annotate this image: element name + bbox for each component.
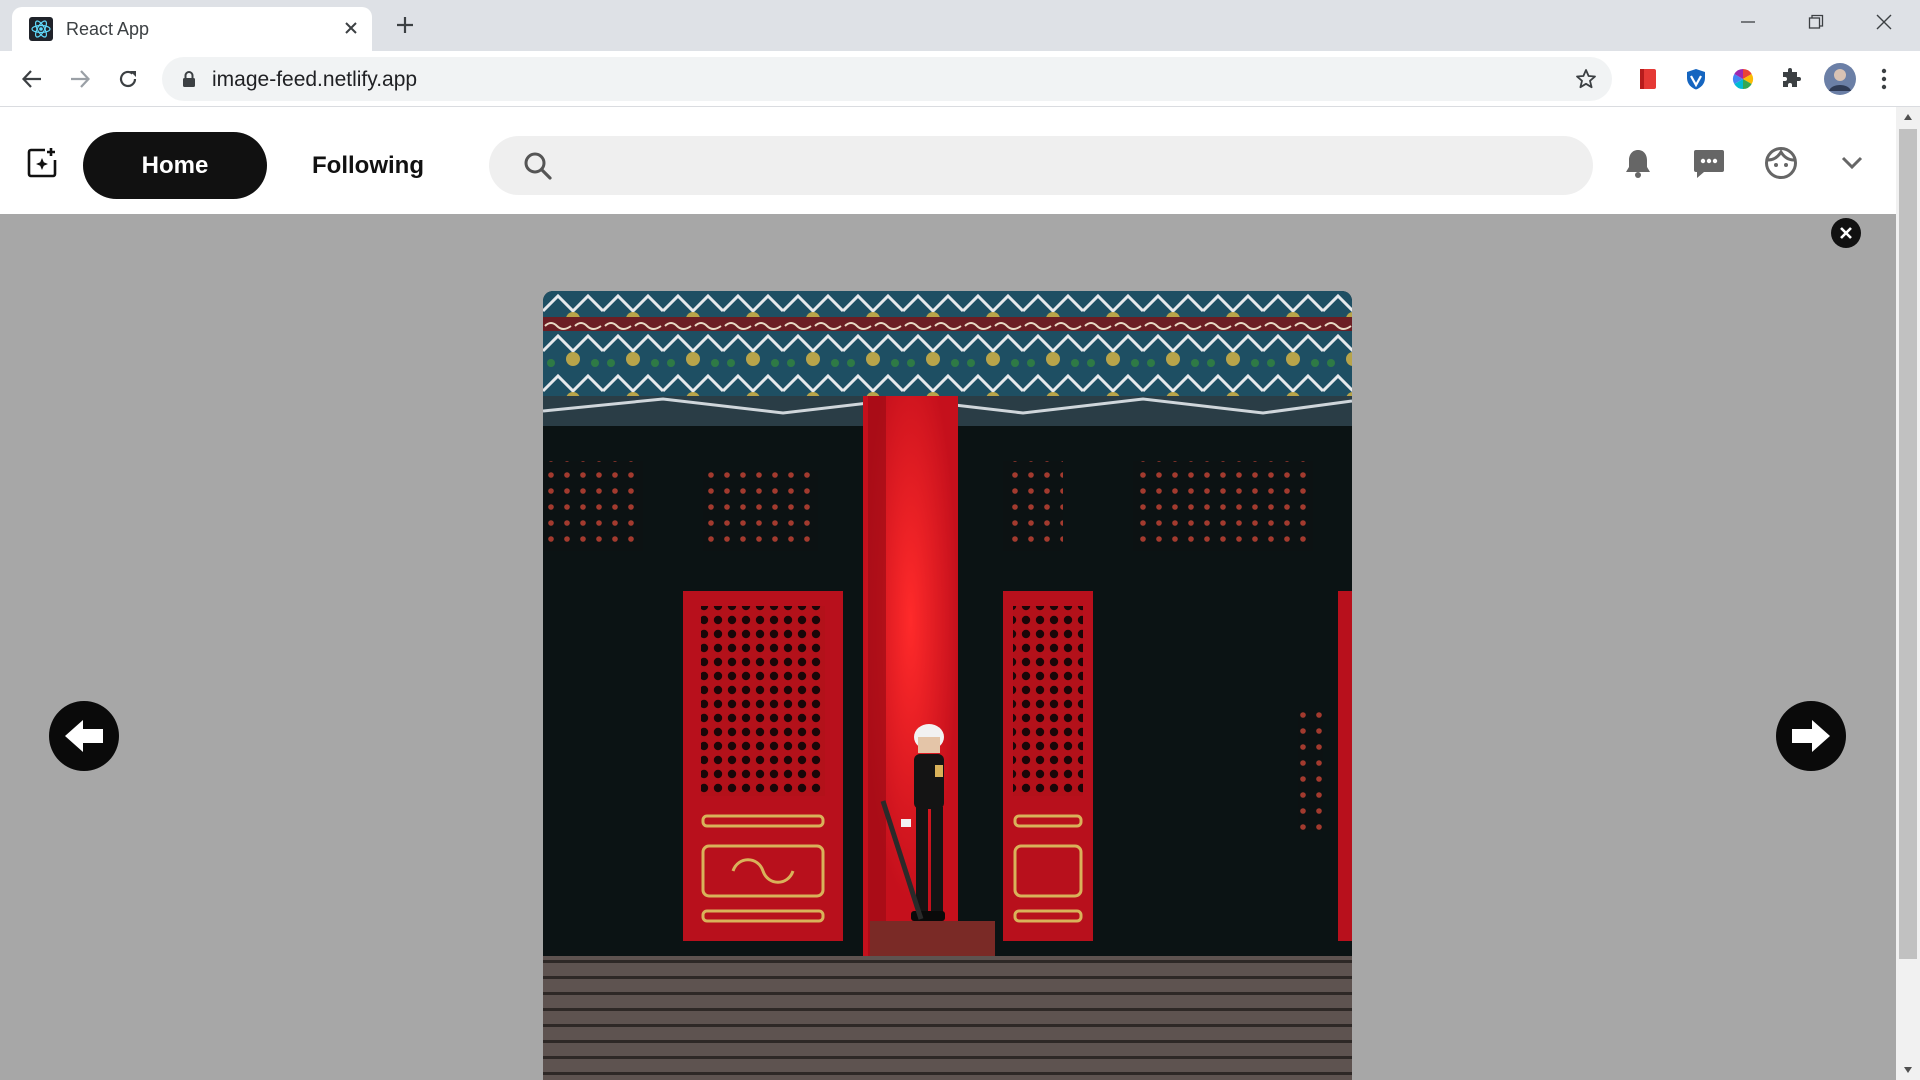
back-button[interactable] [14,61,50,97]
home-button[interactable]: Home [83,132,267,199]
triangle-up-icon [1904,114,1912,120]
plus-icon [397,17,413,33]
close-viewer-button[interactable] [1831,218,1861,248]
arrow-right-icon [71,70,91,88]
previous-image-button[interactable] [49,701,119,771]
close-icon [345,22,357,34]
restore-icon [1808,14,1824,29]
close-icon [1840,227,1852,239]
react-atom-icon [29,17,53,41]
next-image-button[interactable] [1776,701,1846,771]
restore-button[interactable] [1782,0,1850,44]
tab-strip: React App [0,0,1920,51]
lock-icon [183,71,195,87]
scroll-down-button[interactable] [1896,1060,1920,1080]
add-photo-icon[interactable] [25,146,59,180]
minimize-button[interactable] [1714,0,1782,44]
browser-menu-button[interactable] [1868,61,1900,97]
color-wheel-icon [1732,68,1754,90]
window-close-button[interactable] [1850,0,1918,44]
shield-icon [1687,69,1705,90]
avatar-icon [1824,63,1856,95]
account-menu-button[interactable] [1832,143,1872,183]
page-scrollbar[interactable] [1896,107,1920,1080]
color-wheel-extension-icon[interactable] [1727,63,1759,95]
star-icon[interactable] [1574,67,1598,91]
search-icon [524,152,552,180]
browser-toolbar: image-feed.netlify.app [0,51,1920,107]
tab-title: React App [66,19,150,39]
bell-icon [1626,150,1650,178]
following-button[interactable]: Following [283,132,453,199]
shield-extension-icon[interactable] [1680,63,1712,95]
minimize-icon [1741,21,1755,23]
reload-icon [119,70,137,88]
face-icon [1765,147,1797,179]
scroll-up-button[interactable] [1896,107,1920,127]
bookmark-extension-icon[interactable] [1632,63,1664,95]
search-input[interactable] [569,136,1573,197]
profile-avatar[interactable] [1822,61,1858,97]
profile-button[interactable] [1761,143,1801,183]
new-tab-button[interactable] [391,11,419,39]
notifications-button[interactable] [1618,143,1658,183]
chevron-down-icon [1841,156,1863,170]
messages-button[interactable] [1689,143,1729,183]
address-bar[interactable]: image-feed.netlify.app [162,57,1612,101]
bookmark-extension-icon-graphic [1640,69,1656,89]
arrow-left-icon [21,70,41,88]
url-text: image-feed.netlify.app [212,68,418,91]
reload-button[interactable] [110,61,146,97]
tab-close-button[interactable] [339,16,363,40]
close-icon [1876,14,1892,30]
search-bar [489,136,1593,197]
puzzle-extensions-icon[interactable] [1775,63,1807,95]
page-content: Home Following [0,107,1896,1080]
guard-in-front-of-red-palace-doors [543,291,1352,1080]
app-header: Home Following [0,107,1896,214]
puzzle-icon [1783,68,1801,87]
browser-tab[interactable]: React App [12,7,372,51]
kebab-menu-icon [1881,68,1887,90]
image-viewer-overlay [0,214,1896,1080]
chat-icon [1694,150,1724,178]
arrow-right-icon [1792,720,1830,752]
triangle-down-icon [1904,1067,1912,1073]
arrow-left-icon [65,720,103,752]
scroll-thumb[interactable] [1899,129,1917,959]
forward-button[interactable] [62,61,98,97]
